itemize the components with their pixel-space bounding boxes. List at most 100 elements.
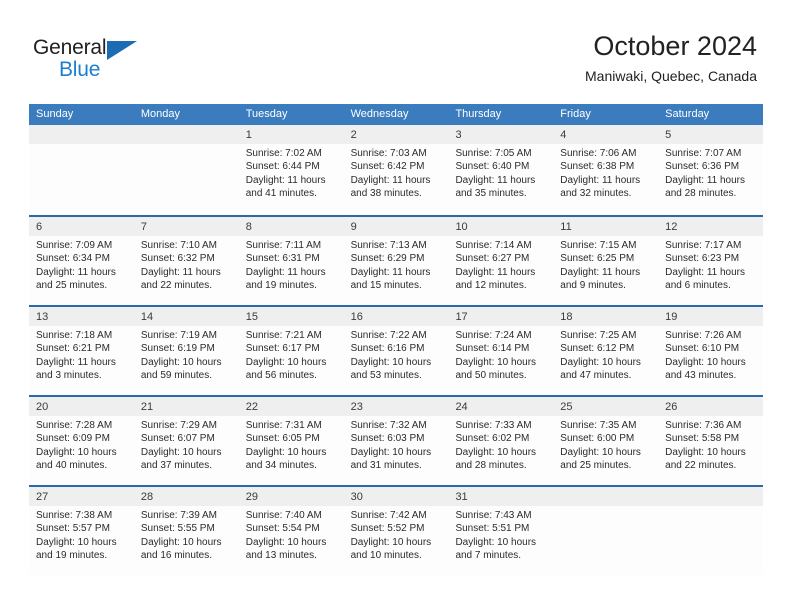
day-sun-info: Sunrise: 7:09 AM Sunset: 6:34 PM Daylight:… [29, 236, 134, 293]
sunset-text: Sunset: 6:40 PM [455, 161, 530, 173]
daylight-text: Daylight: 10 hours [140, 356, 222, 368]
date-band: 21 [133, 397, 239, 416]
calendar-day-cell-19[interactable]: 19 Sunrise: 7:26 AM Sunset: 6:10 PM Dayligh… [658, 307, 764, 395]
date-number: 17 [455, 311, 468, 323]
date-number: 29 [245, 491, 258, 503]
daylight-text: Daylight: 10 hours [350, 356, 432, 368]
date-band: 25 [553, 397, 659, 416]
date-band: 20 [29, 397, 134, 416]
calendar-day-cell-5[interactable]: 5 Sunrise: 7:07 AM Sunset: 6:36 PM Daylight… [658, 125, 764, 215]
date-band: 19 [658, 307, 764, 326]
daylight-text: Daylight: 11 hours [665, 266, 746, 278]
date-number: 6 [36, 221, 43, 233]
calendar-day-cell-11[interactable]: 11 Sunrise: 7:15 AM Sunset: 6:25 PM Dayligh… [553, 217, 659, 305]
calendar-day-cell-9[interactable]: 9 Sunrise: 7:13 AM Sunset: 6:29 PM Daylight… [343, 217, 449, 305]
daylight-text: Daylight: 11 hours [140, 266, 221, 278]
calendar-day-cell-22[interactable]: 22 Sunrise: 7:31 AM Sunset: 6:05 PM Dayligh… [238, 397, 344, 485]
sunset-text: Sunset: 6:14 PM [455, 343, 530, 355]
calendar-day-cell-24[interactable]: 24 Sunrise: 7:33 AM Sunset: 6:02 PM Dayligh… [448, 397, 554, 485]
daylight-text: Daylight: 11 hours [455, 174, 536, 186]
calendar-day-cell-23[interactable]: 23 Sunrise: 7:32 AM Sunset: 6:03 PM Dayligh… [343, 397, 449, 485]
sunset-text: Sunset: 5:52 PM [350, 523, 425, 535]
sunset-text: Sunset: 6:17 PM [245, 343, 320, 355]
calendar-day-cell-29[interactable]: 29 Sunrise: 7:40 AM Sunset: 5:54 PM Dayligh… [238, 487, 344, 575]
calendar-day-cell-14[interactable]: 14 Sunrise: 7:19 AM Sunset: 6:19 PM Dayligh… [133, 307, 239, 395]
date-number: 12 [665, 221, 678, 233]
date-number: 15 [245, 311, 258, 323]
daylight-text: and 15 minutes. [350, 280, 422, 292]
calendar-day-cell-31[interactable]: 31 Sunrise: 7:43 AM Sunset: 5:51 PM Dayligh… [448, 487, 554, 575]
daylight-text: Daylight: 10 hours [455, 356, 537, 368]
date-number: 27 [36, 491, 49, 503]
sunrise-text: Sunrise: 7:39 AM [140, 510, 218, 521]
calendar-day-cell-15[interactable]: 15 Sunrise: 7:21 AM Sunset: 6:17 PM Dayligh… [238, 307, 344, 395]
calendar-day-cell-28[interactable]: 28 Sunrise: 7:39 AM Sunset: 5:55 PM Dayligh… [133, 487, 239, 575]
calendar-day-cell-12[interactable]: 12 Sunrise: 7:17 AM Sunset: 6:23 PM Dayligh… [658, 217, 764, 305]
day-sun-info: Sunrise: 7:17 AM Sunset: 6:23 PM Daylight:… [658, 236, 763, 293]
calendar-day-cell-20[interactable]: 20 Sunrise: 7:28 AM Sunset: 6:09 PM Dayligh… [29, 397, 134, 485]
day-sun-info: Sunrise: 7:39 AM Sunset: 5:55 PM Daylight:… [134, 506, 239, 563]
calendar-day-cell-25[interactable]: 25 Sunrise: 7:35 AM Sunset: 6:00 PM Dayligh… [553, 397, 659, 485]
calendar-day-cell-6[interactable]: 6 Sunrise: 7:09 AM Sunset: 6:34 PM Daylight… [29, 217, 134, 305]
date-band: 13 [29, 307, 134, 326]
date-number: 14 [140, 311, 154, 323]
daylight-text: and 22 minutes. [140, 280, 213, 292]
daylight-text: and 40 minutes. [36, 460, 108, 472]
daylight-text: and 37 minutes. [140, 460, 213, 472]
calendar-weeks: 1 Sunrise: 7:02 AM Sunset: 6:44 PM Daylight… [29, 125, 764, 575]
date-band: 30 [343, 487, 449, 506]
date-number: 11 [560, 221, 572, 233]
sunrise-text: Sunrise: 7:11 AM [245, 240, 322, 251]
sunset-text: Sunset: 5:57 PM [36, 523, 110, 535]
day-sun-info: Sunrise: 7:36 AM Sunset: 5:58 PM Daylight:… [658, 416, 763, 473]
date-number: 31 [455, 491, 468, 503]
day-sun-info: Sunrise: 7:33 AM Sunset: 6:02 PM Daylight:… [448, 416, 553, 473]
calendar-day-cell-21[interactable]: 21 Sunrise: 7:29 AM Sunset: 6:07 PM Dayligh… [133, 397, 239, 485]
calendar-day-cell-7[interactable]: 7 Sunrise: 7:10 AM Sunset: 6:32 PM Daylight… [133, 217, 239, 305]
calendar-day-cell-3[interactable]: 3 Sunrise: 7:05 AM Sunset: 6:40 PM Daylight… [448, 125, 554, 215]
daylight-text: Daylight: 11 hours [36, 266, 116, 278]
calendar-day-cell-10[interactable]: 10 Sunrise: 7:14 AM Sunset: 6:27 PM Dayligh… [448, 217, 554, 305]
sunrise-text: Sunrise: 7:38 AM [36, 510, 113, 521]
daylight-text: Daylight: 11 hours [350, 266, 431, 278]
daylight-text: and 38 minutes. [350, 188, 422, 200]
date-band: 2 [343, 125, 449, 144]
calendar-day-cell-18[interactable]: 18 Sunrise: 7:25 AM Sunset: 6:12 PM Dayligh… [553, 307, 659, 395]
day-of-week-header-friday: Friday [560, 108, 591, 120]
sunrise-text: Sunrise: 7:35 AM [560, 420, 637, 431]
day-of-week-header-tuesday: Tuesday [245, 108, 288, 120]
calendar-day-cell-4[interactable]: 4 Sunrise: 7:06 AM Sunset: 6:38 PM Daylight… [553, 125, 659, 215]
sunset-text: Sunset: 6:23 PM [665, 253, 740, 265]
date-number: 26 [665, 401, 678, 413]
day-sun-info: Sunrise: 7:19 AM Sunset: 6:19 PM Daylight:… [134, 326, 239, 383]
sunset-text: Sunset: 6:32 PM [140, 253, 215, 265]
day-sun-info: Sunrise: 7:40 AM Sunset: 5:54 PM Daylight:… [239, 506, 344, 563]
calendar-week-row: 20 Sunrise: 7:28 AM Sunset: 6:09 PM Dayligh… [29, 395, 764, 485]
date-number: 16 [350, 311, 363, 323]
date-band: 18 [553, 307, 659, 326]
calendar-day-cell-17[interactable]: 17 Sunrise: 7:24 AM Sunset: 6:14 PM Dayligh… [448, 307, 554, 395]
day-sun-info: Sunrise: 7:35 AM Sunset: 6:00 PM Daylight:… [553, 416, 658, 473]
sunset-text: Sunset: 6:09 PM [36, 433, 110, 445]
daylight-text: Daylight: 11 hours [350, 174, 431, 186]
generalblue-logo[interactable]: General Blue [33, 36, 153, 84]
calendar-day-cell-2[interactable]: 2 Sunrise: 7:03 AM Sunset: 6:42 PM Daylight… [343, 125, 449, 215]
date-band: 15 [238, 307, 344, 326]
calendar-day-cell-empty [133, 125, 239, 215]
daylight-text: Daylight: 11 hours [560, 174, 641, 186]
daylight-text: Daylight: 10 hours [455, 536, 537, 548]
sunrise-text: Sunrise: 7:06 AM [560, 148, 637, 159]
calendar-day-cell-16[interactable]: 16 Sunrise: 7:22 AM Sunset: 6:16 PM Dayligh… [343, 307, 449, 395]
date-number: 4 [560, 129, 567, 141]
sunrise-text: Sunrise: 7:13 AM [350, 240, 427, 251]
calendar-day-cell-empty [553, 487, 659, 575]
date-band: 12 [658, 217, 764, 236]
calendar-day-cell-27[interactable]: 27 Sunrise: 7:38 AM Sunset: 5:57 PM Dayligh… [29, 487, 134, 575]
calendar-day-cell-8[interactable]: 8 Sunrise: 7:11 AM Sunset: 6:31 PM Daylight… [238, 217, 344, 305]
calendar-grid: Sunday Monday Tuesday Wednesday Thursday Frid… [29, 104, 764, 575]
date-band: 28 [133, 487, 239, 506]
calendar-day-cell-30[interactable]: 30 Sunrise: 7:42 AM Sunset: 5:52 PM Dayligh… [343, 487, 449, 575]
calendar-day-cell-13[interactable]: 13 Sunrise: 7:18 AM Sunset: 6:21 PM Dayligh… [29, 307, 134, 395]
calendar-day-cell-26[interactable]: 26 Sunrise: 7:36 AM Sunset: 5:58 PM Dayligh… [658, 397, 764, 485]
calendar-day-cell-1[interactable]: 1 Sunrise: 7:02 AM Sunset: 6:44 PM Daylight… [238, 125, 344, 215]
